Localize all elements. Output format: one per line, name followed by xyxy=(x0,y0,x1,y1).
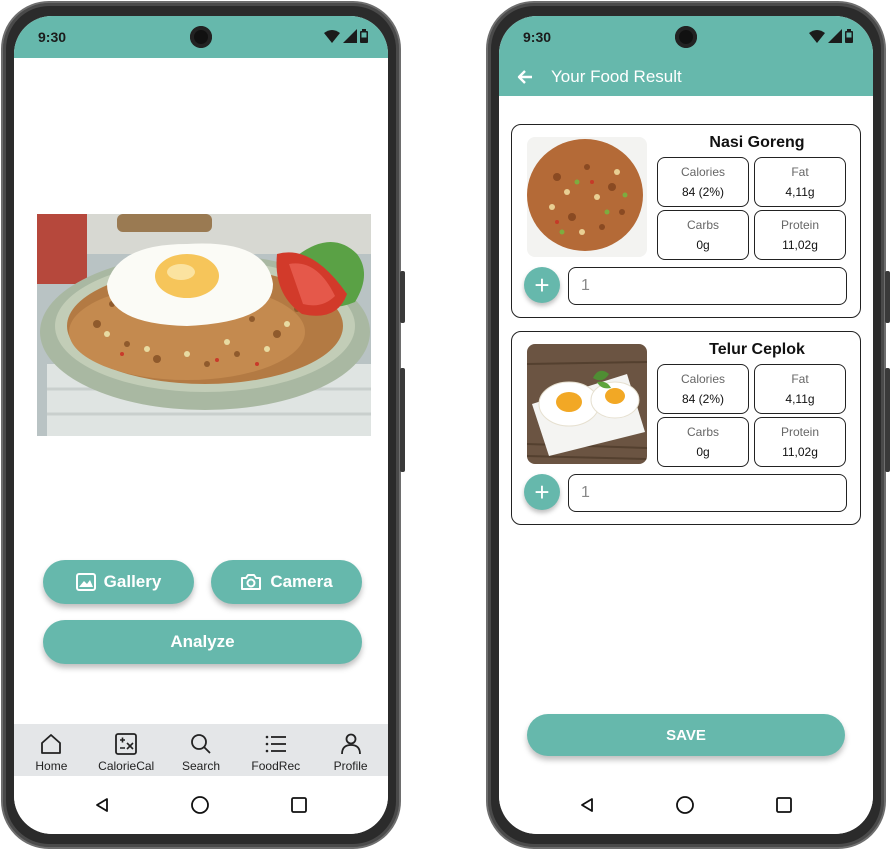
battery-icon xyxy=(845,29,853,43)
nav-item-search[interactable]: Search xyxy=(169,733,233,773)
food-thumbnail xyxy=(527,344,647,464)
nav-item-profile[interactable]: Profile xyxy=(319,733,383,773)
status-bar: 9:30 xyxy=(499,16,873,58)
status-icons xyxy=(324,29,368,43)
wifi-icon xyxy=(324,30,340,43)
food-card: Nasi Goreng Calories 84 (2%) Fat 4,11g C… xyxy=(511,124,861,318)
nav-item-foodrec[interactable]: FoodRec xyxy=(244,733,308,773)
add-food-button[interactable]: + xyxy=(524,474,560,510)
carbs-box: Carbs 0g xyxy=(657,417,749,467)
carbs-label: Carbs xyxy=(686,425,719,439)
app-header: Your Food Result xyxy=(499,58,873,96)
list-icon xyxy=(265,735,286,752)
calories-box: Calories 84 (2%) xyxy=(657,364,749,414)
volume-button xyxy=(885,368,890,472)
fat-value: 4,11g xyxy=(785,392,815,406)
protein-box: Protein 11,02g xyxy=(754,417,846,467)
protein-box: Protein 11,02g xyxy=(754,210,846,260)
page-title: Your Food Result xyxy=(551,67,682,86)
calories-label: Calories xyxy=(680,165,725,179)
analyze-label: Analyze xyxy=(170,632,235,651)
carbs-value: 0g xyxy=(696,445,710,459)
protein-value: 11,02g xyxy=(782,445,818,459)
protein-value: 11,02g xyxy=(782,238,818,252)
gallery-button[interactable]: Gallery xyxy=(43,560,194,604)
fat-box: Fat 4,11g xyxy=(754,157,846,207)
calories-label: Calories xyxy=(680,372,725,386)
fat-box: Fat 4,11g xyxy=(754,364,846,414)
gallery-label: Gallery xyxy=(103,572,162,591)
calories-value: 84 (2%) xyxy=(681,392,725,406)
calories-value: 84 (2%) xyxy=(681,185,725,199)
carbs-value: 0g xyxy=(696,238,710,252)
front-camera xyxy=(675,26,697,48)
nav-label-home: Home xyxy=(35,758,68,773)
analyze-button[interactable]: Analyze xyxy=(43,620,362,664)
left-phone-frame: 9:30 Gallery Camera Analyze Home Calorie… xyxy=(1,1,405,849)
nav-label-caloriecal: CalorieCal xyxy=(98,758,155,773)
home-icon xyxy=(41,733,62,754)
signal-icon xyxy=(343,29,357,43)
camera-icon xyxy=(241,574,262,590)
home-circle-icon[interactable] xyxy=(675,795,695,815)
recents-square-icon[interactable] xyxy=(775,796,793,814)
power-button xyxy=(885,271,890,323)
wifi-icon xyxy=(809,30,825,43)
nav-item-home[interactable]: Home xyxy=(19,733,83,773)
power-button xyxy=(400,271,405,323)
status-icons xyxy=(809,29,853,43)
fat-label: Fat xyxy=(791,165,809,179)
protein-label: Protein xyxy=(780,425,820,439)
nav-item-caloriecal[interactable]: CalorieCal xyxy=(94,732,158,773)
fat-value: 4,11g xyxy=(785,185,815,199)
recents-square-icon[interactable] xyxy=(290,796,308,814)
calories-box: Calories 84 (2%) xyxy=(657,157,749,207)
nav-label-foodrec: FoodRec xyxy=(251,758,301,773)
food-photo xyxy=(37,214,371,436)
image-icon xyxy=(75,573,96,591)
quantity-input[interactable]: 1 xyxy=(568,474,847,512)
carbs-label: Carbs xyxy=(686,218,719,232)
status-time: 9:30 xyxy=(523,29,552,45)
profile-icon xyxy=(340,733,361,754)
right-screen: 9:30 Your Food Result Nasi Goreng Calori… xyxy=(499,16,873,834)
system-navigation-bar xyxy=(499,776,873,834)
camera-label: Camera xyxy=(270,572,333,591)
nav-label-search: Search xyxy=(181,758,220,773)
carbs-box: Carbs 0g xyxy=(657,210,749,260)
food-name: Nasi Goreng xyxy=(709,134,805,151)
status-bar: 9:30 xyxy=(14,16,388,58)
status-time: 9:30 xyxy=(38,29,67,45)
food-card: Telur Ceplok Calories 84 (2%) Fat 4,11g … xyxy=(511,331,861,525)
quantity-input[interactable]: 1 xyxy=(568,267,847,305)
volume-button xyxy=(400,368,405,472)
calculator-icon xyxy=(115,732,138,755)
front-camera xyxy=(190,26,212,48)
fat-label: Fat xyxy=(791,372,809,386)
camera-button[interactable]: Camera xyxy=(211,560,362,604)
protein-label: Protein xyxy=(780,218,820,232)
save-button[interactable]: SAVE xyxy=(527,714,845,756)
add-food-button[interactable]: + xyxy=(524,267,560,303)
home-circle-icon[interactable] xyxy=(190,795,210,815)
left-screen: 9:30 Gallery Camera Analyze Home Calorie… xyxy=(14,16,388,834)
back-triangle-icon[interactable] xyxy=(579,797,595,813)
back-triangle-icon[interactable] xyxy=(94,797,110,813)
right-phone-frame: 9:30 Your Food Result Nasi Goreng Calori… xyxy=(486,1,890,849)
food-name: Telur Ceplok xyxy=(709,341,805,358)
bottom-navigation: Home CalorieCal Search FoodRec Profile xyxy=(14,724,388,781)
food-thumbnail xyxy=(527,137,647,257)
back-arrow-icon[interactable] xyxy=(517,70,533,84)
battery-icon xyxy=(360,29,368,43)
search-icon xyxy=(191,733,211,754)
signal-icon xyxy=(828,29,842,43)
nav-label-profile: Profile xyxy=(333,758,368,773)
system-navigation-bar xyxy=(14,776,388,834)
